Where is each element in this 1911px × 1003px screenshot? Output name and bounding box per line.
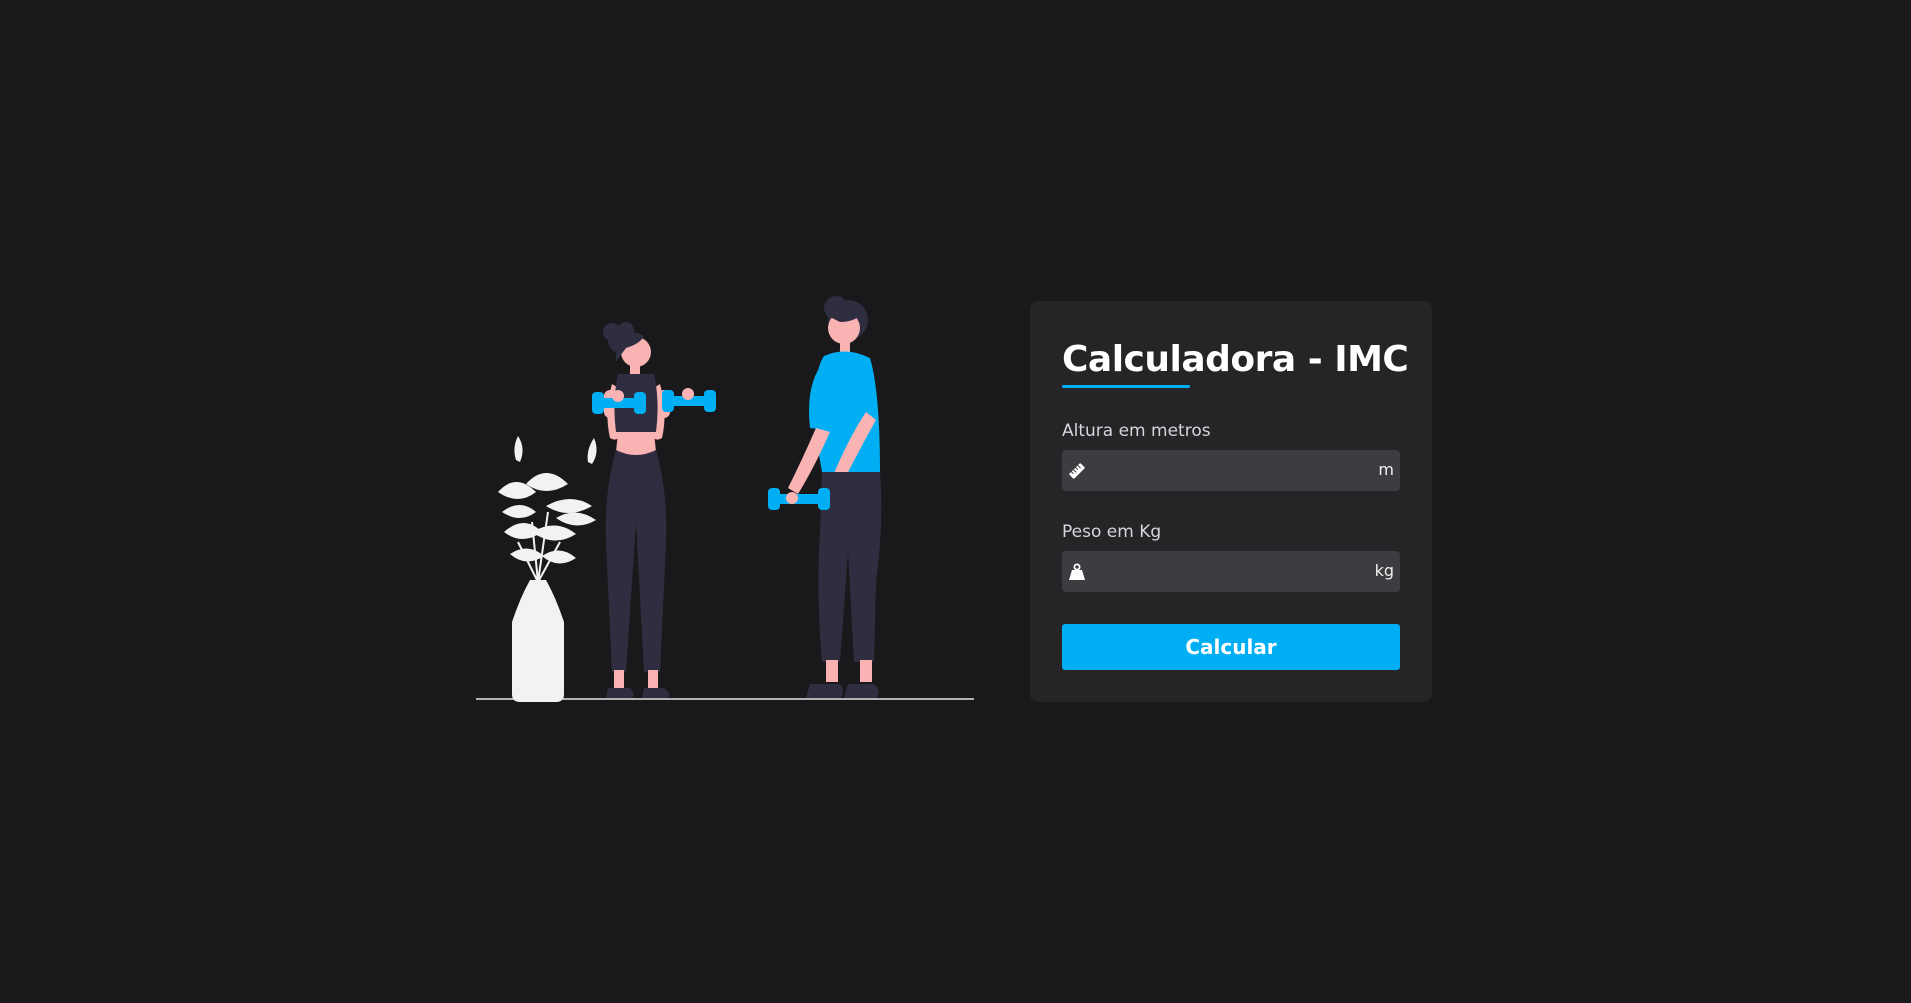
ruler-icon (1069, 463, 1085, 479)
height-input[interactable] (1094, 450, 1348, 493)
weight-label: Peso em Kg (1062, 522, 1162, 542)
page-title: Calculadora - IMC (1062, 339, 1409, 380)
man-figure (768, 296, 882, 698)
weight-unit: kg (1374, 561, 1394, 580)
plant-icon (498, 436, 597, 702)
calculate-button[interactable]: Calcular (1062, 624, 1400, 670)
height-input-wrapper: m (1062, 450, 1400, 493)
woman-figure (592, 322, 716, 698)
title-underline (1062, 385, 1190, 388)
weight-icon (1069, 563, 1085, 580)
height-label: Altura em metros (1062, 421, 1211, 441)
weight-input[interactable] (1094, 551, 1348, 594)
page: Calculadora - IMC Altura em metros m Pes… (0, 0, 1911, 1003)
height-unit: m (1378, 460, 1394, 479)
calculator-card: Calculadora - IMC Altura em metros m Pes… (1030, 301, 1432, 702)
weight-input-wrapper: kg (1062, 551, 1400, 594)
fitness-illustration (476, 296, 974, 702)
